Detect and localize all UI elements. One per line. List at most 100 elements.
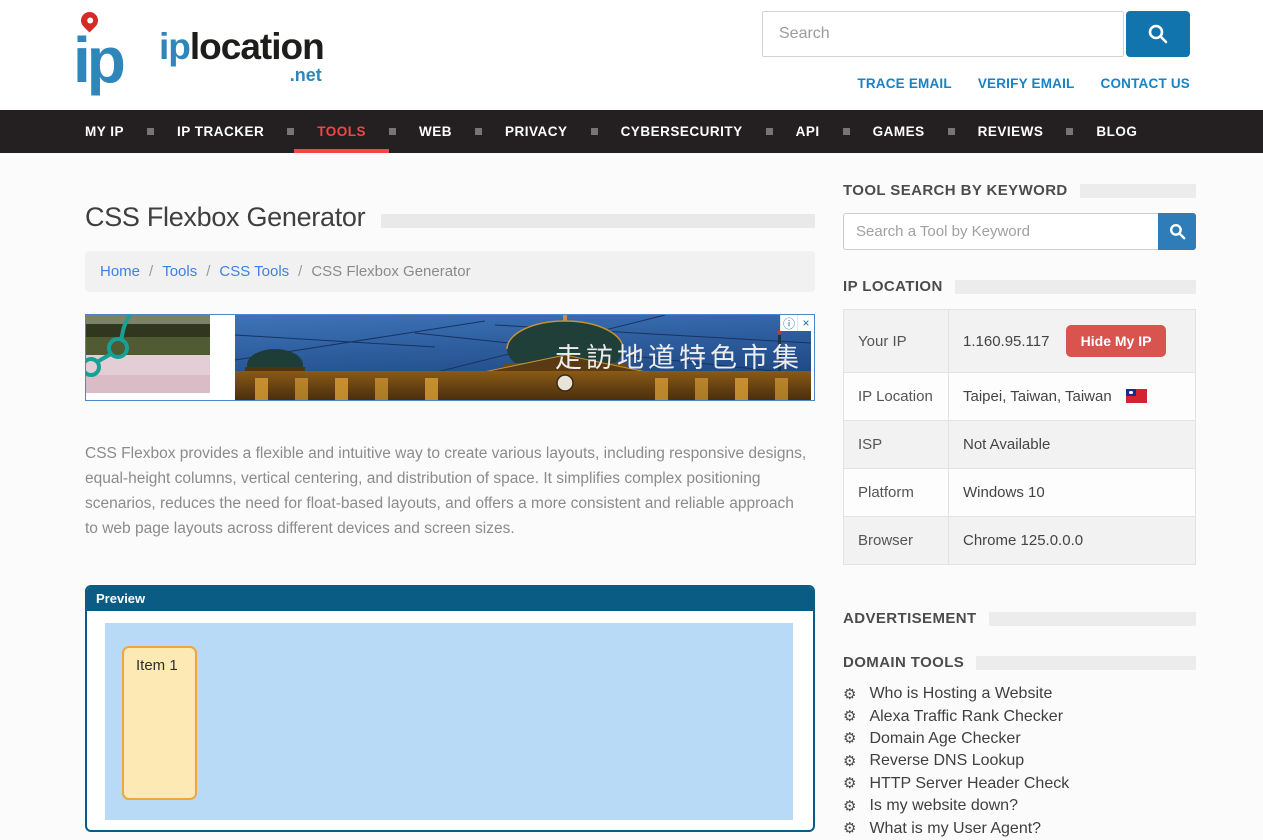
nav-item-blog[interactable]: BLOG	[1073, 110, 1160, 153]
nav-item-cybersecurity[interactable]: CYBERSECURITY	[598, 110, 766, 153]
heading-decor-bar	[976, 656, 1196, 670]
tool-search-heading: TOOL SEARCH BY KEYWORD	[843, 182, 1196, 199]
title-row: CSS Flexbox Generator	[85, 202, 815, 233]
search-icon	[1168, 222, 1187, 241]
tool-description: CSS Flexbox provides a flexible and intu…	[85, 441, 810, 541]
site-logo[interactable]: ip iplocation .net	[73, 4, 323, 106]
gear-icon: ⚙	[843, 687, 856, 702]
your-ip-value: 1.160.95.117	[963, 333, 1049, 350]
ip-location-heading: IP LOCATION	[843, 278, 1196, 295]
logo-word-ip: ip	[159, 26, 190, 67]
preview-panel-body: Item 1	[87, 611, 813, 832]
ad-banner[interactable]: 走訪地道特色市集 ⓘ ×	[85, 314, 815, 401]
advertisement-heading: ADVERTISEMENT	[843, 610, 1196, 627]
domain-tools-list: ⚙ Who is Hosting a Website ⚙ Alexa Traff…	[843, 683, 1196, 840]
ip-location-heading-label: IP LOCATION	[843, 278, 943, 295]
table-row: Browser Chrome 125.0.0.0	[844, 517, 1196, 565]
breadcrumb-css-tools[interactable]: CSS Tools	[219, 263, 289, 280]
trace-email-link[interactable]: TRACE EMAIL	[857, 76, 951, 91]
isp-value: Not Available	[963, 436, 1050, 453]
ad-right-photo: 走訪地道特色市集	[235, 315, 811, 400]
nav-item-my-ip[interactable]: MY IP	[62, 110, 147, 153]
platform-value: Windows 10	[963, 484, 1045, 501]
gear-icon: ⚙	[843, 731, 856, 746]
contact-us-link[interactable]: CONTACT US	[1101, 76, 1191, 91]
advertisement-heading-label: ADVERTISEMENT	[843, 610, 977, 627]
ip-location-label: IP Location	[844, 373, 949, 421]
nav-item-web[interactable]: WEB	[396, 110, 475, 153]
tool-search-input[interactable]	[843, 213, 1158, 250]
list-item[interactable]: ⚙ What is my User Agent?	[843, 817, 1196, 839]
table-row: Your IP 1.160.95.117 Hide My IP	[844, 310, 1196, 373]
nav-item-reviews[interactable]: REVIEWS	[955, 110, 1067, 153]
domain-tools-heading: DOMAIN TOOLS	[843, 654, 1196, 671]
header-links: TRACE EMAIL VERIFY EMAIL CONTACT US	[857, 76, 1190, 91]
list-item[interactable]: ⚙ Alexa Traffic Rank Checker	[843, 705, 1196, 727]
logo-mark: ip	[73, 14, 122, 106]
your-ip-label: Your IP	[844, 310, 949, 373]
heading-decor-bar	[1080, 184, 1196, 198]
tool-search	[843, 213, 1196, 250]
gear-icon: ⚙	[843, 821, 856, 836]
main-nav: MY IP IP TRACKER TOOLS WEB PRIVACY CYBER…	[0, 110, 1263, 153]
hide-my-ip-button[interactable]: Hide My IP	[1066, 325, 1167, 357]
main-content: CSS Flexbox Generator Home / Tools / CSS…	[85, 153, 815, 832]
nav-separator	[475, 128, 482, 135]
nav-separator	[948, 128, 955, 135]
breadcrumb-separator: /	[298, 263, 302, 280]
table-row: ISP Not Available	[844, 421, 1196, 469]
nav-item-privacy[interactable]: PRIVACY	[482, 110, 591, 153]
tool-search-heading-label: TOOL SEARCH BY KEYWORD	[843, 182, 1068, 199]
flexbox-preview-container: Item 1	[105, 623, 793, 820]
gear-icon: ⚙	[843, 754, 856, 769]
browser-label: Browser	[844, 517, 949, 565]
gear-icon: ⚙	[843, 776, 856, 791]
ad-close-icon[interactable]: ×	[797, 315, 814, 331]
breadcrumb-separator: /	[149, 263, 153, 280]
list-item[interactable]: ⚙ HTTP Server Header Check	[843, 773, 1196, 795]
site-header: ip iplocation .net TRACE EMAIL VERIFY EM…	[0, 0, 1263, 110]
ad-gap	[210, 315, 235, 400]
domain-tools-heading-label: DOMAIN TOOLS	[843, 654, 964, 671]
page: ip iplocation .net TRACE EMAIL VERIFY EM…	[0, 0, 1263, 840]
gear-icon: ⚙	[843, 709, 856, 724]
title-decor-bar	[381, 214, 815, 228]
nav-item-ip-tracker[interactable]: IP TRACKER	[154, 110, 287, 153]
flexbox-preview-item: Item 1	[122, 646, 197, 800]
preview-panel: Preview Item 1	[85, 585, 815, 832]
sidebar: TOOL SEARCH BY KEYWORD IP LOCATION Your …	[843, 153, 1196, 840]
search-icon	[1146, 22, 1170, 46]
header-search	[762, 11, 1190, 57]
platform-label: Platform	[844, 469, 949, 517]
ip-location-value: Taipei, Taiwan, Taiwan	[963, 388, 1112, 405]
list-item[interactable]: ⚙ Domain Age Checker	[843, 728, 1196, 750]
logo-wordmark: iplocation .net	[159, 28, 324, 65]
breadcrumb-home[interactable]: Home	[100, 263, 140, 280]
breadcrumb-tools[interactable]: Tools	[162, 263, 197, 280]
ad-left-photo	[86, 315, 210, 393]
ad-caption: 走訪地道特色市集	[555, 343, 803, 374]
header-search-button[interactable]	[1126, 11, 1190, 57]
heading-decor-bar	[989, 612, 1196, 626]
gear-icon: ⚙	[843, 799, 856, 814]
preview-panel-header: Preview	[87, 587, 813, 611]
nav-separator	[1066, 128, 1073, 135]
tool-search-button[interactable]	[1158, 213, 1196, 250]
isp-label: ISP	[844, 421, 949, 469]
nav-separator	[843, 128, 850, 135]
list-item[interactable]: ⚙ Reverse DNS Lookup	[843, 750, 1196, 772]
header-search-input[interactable]	[762, 11, 1124, 57]
nav-separator	[591, 128, 598, 135]
list-item[interactable]: ⚙ Is my website down?	[843, 795, 1196, 817]
nav-item-api[interactable]: API	[773, 110, 843, 153]
nav-item-games[interactable]: GAMES	[850, 110, 948, 153]
heading-decor-bar	[955, 280, 1196, 294]
table-row: Platform Windows 10	[844, 469, 1196, 517]
breadcrumb-current: CSS Flexbox Generator	[311, 263, 470, 280]
verify-email-link[interactable]: VERIFY EMAIL	[978, 76, 1075, 91]
logo-tld: .net	[290, 66, 322, 84]
list-item[interactable]: ⚙ Who is Hosting a Website	[843, 683, 1196, 705]
ad-info-icon[interactable]: ⓘ	[780, 315, 797, 331]
browser-value: Chrome 125.0.0.0	[963, 532, 1083, 549]
nav-item-tools[interactable]: TOOLS	[294, 110, 389, 153]
